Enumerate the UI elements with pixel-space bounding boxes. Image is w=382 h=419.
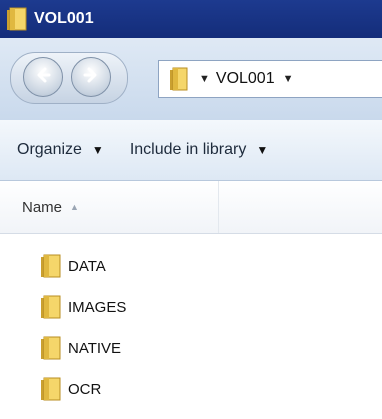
list-item[interactable]: NATIVE [40,334,121,362]
folder-icon [169,67,189,91]
back-button[interactable] [23,57,63,97]
breadcrumb-arrow-icon[interactable]: ▼ [199,73,210,85]
command-bar: Organize ▼ Include in library ▼ [0,120,382,181]
name-column-header[interactable]: Name [22,199,62,216]
include-in-library-label: Include in library [129,141,247,158]
address-bar: ▼ VOL001 ▼ [0,38,382,120]
list-item[interactable]: OCR [40,375,101,403]
column-divider[interactable] [218,181,219,233]
folder-icon [40,336,62,360]
file-name: OCR [68,380,102,398]
folder-icon [40,377,62,401]
organize-button[interactable]: Organize ▼ [17,141,104,159]
address-box[interactable]: ▼ VOL001 ▼ [158,60,382,98]
sort-ascending-icon: ▲ [70,202,79,212]
chevron-down-icon: ▼ [91,143,104,157]
forward-button[interactable] [71,57,111,97]
folder-icon [40,295,62,319]
breadcrumb-dropdown-icon[interactable]: ▼ [283,73,294,85]
file-name: NATIVE [68,339,122,357]
file-name: IMAGES [68,298,127,316]
list-item[interactable]: DATA [40,252,106,280]
window-title: VOL001 [34,10,94,27]
folder-icon [6,7,28,31]
list-item[interactable]: IMAGES [40,293,126,321]
folder-icon [40,254,62,278]
include-in-library-button[interactable]: Include in library ▼ [130,141,268,159]
chevron-down-icon: ▼ [256,143,269,157]
forward-arrow-icon [79,63,103,92]
organize-label: Organize [17,141,82,158]
back-arrow-icon [31,63,55,92]
column-header: Name ▲ [0,181,382,234]
breadcrumb-item[interactable]: VOL001 [216,70,275,88]
title-bar: VOL001 [0,0,382,38]
file-name: DATA [68,257,106,275]
navigation-buttons [10,52,128,104]
